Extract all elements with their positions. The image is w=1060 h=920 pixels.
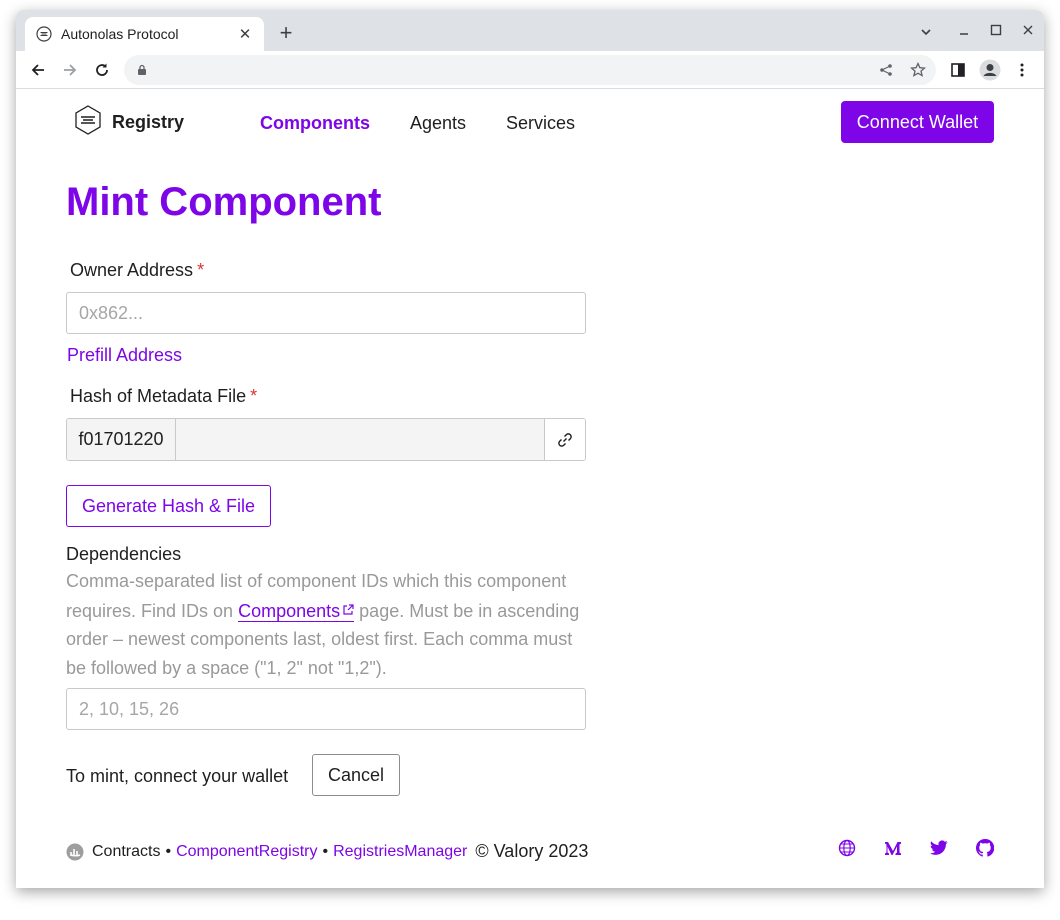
contracts-label: Contracts	[92, 842, 161, 860]
profile-icon[interactable]	[976, 56, 1004, 84]
tab-title: Autonolas Protocol	[61, 26, 179, 42]
medium-icon[interactable]	[883, 838, 903, 858]
cancel-button[interactable]: Cancel	[312, 754, 400, 796]
registries-manager-link[interactable]: RegistriesManager	[333, 843, 467, 861]
dependencies-label: Dependencies	[66, 544, 182, 564]
nav-link-services[interactable]: Services	[506, 113, 575, 134]
footer-contracts: Contracts • ComponentRegistry • Registri…	[66, 841, 588, 862]
owner-address-label-text: Owner Address	[70, 260, 194, 280]
components-link[interactable]: Components	[238, 600, 355, 622]
tab-close-icon[interactable]: ✕	[236, 25, 254, 43]
owner-address-input[interactable]: 0x862...	[66, 292, 586, 334]
address-bar[interactable]	[124, 55, 936, 85]
required-mark: *	[197, 260, 205, 280]
browser-tab[interactable]: Autonolas Protocol ✕	[25, 17, 264, 51]
bullet: •	[322, 842, 329, 860]
owner-address-placeholder: 0x862...	[79, 302, 144, 323]
lock-icon[interactable]	[134, 62, 150, 78]
hash-label: Hash of Metadata File *	[70, 386, 257, 407]
dependencies-placeholder: 2, 10, 15, 26	[79, 698, 180, 719]
generate-hash-button[interactable]: Generate Hash & File	[66, 485, 271, 527]
required-mark: *	[250, 386, 258, 406]
nav-link-agents[interactable]: Agents	[410, 113, 466, 134]
share-icon[interactable]	[878, 62, 894, 78]
reload-icon[interactable]	[88, 56, 116, 84]
mint-message: To mint, connect your wallet	[66, 766, 289, 786]
star-icon[interactable]	[910, 62, 926, 78]
connect-wallet-button[interactable]: Connect Wallet	[841, 101, 994, 143]
tab-strip: Autonolas Protocol ✕ +	[16, 10, 1044, 51]
back-icon[interactable]	[24, 56, 52, 84]
brand-name[interactable]: Registry	[112, 112, 184, 133]
page-content: Registry Components Agents Services Conn…	[16, 90, 1044, 888]
component-registry-link[interactable]: ComponentRegistry	[176, 843, 317, 861]
globe-icon[interactable]	[837, 838, 857, 858]
registry-logo-icon[interactable]	[72, 104, 104, 136]
page-title: Mint Component	[66, 180, 382, 224]
hash-label-text: Hash of Metadata File	[70, 386, 247, 406]
github-icon[interactable]	[975, 838, 995, 858]
new-tab-button[interactable]: +	[275, 20, 297, 46]
close-icon[interactable]	[1016, 18, 1040, 42]
prefill-address-link[interactable]: Prefill Address	[67, 345, 182, 366]
minimize-icon[interactable]	[952, 20, 976, 44]
hash-input[interactable]	[176, 419, 544, 460]
nav-link-components[interactable]: Components	[260, 113, 370, 134]
hash-input-group: f01701220	[66, 418, 586, 461]
copyright: © Valory 2023	[475, 841, 589, 861]
bullet: •	[165, 842, 172, 860]
side-panel-icon[interactable]	[944, 56, 972, 84]
chevron-down-icon[interactable]	[914, 20, 938, 44]
menu-icon[interactable]	[1008, 56, 1036, 84]
favicon-icon	[36, 26, 52, 42]
etherscan-icon	[66, 843, 84, 861]
external-link-icon	[342, 596, 354, 615]
owner-address-label: Owner Address *	[70, 260, 204, 281]
components-link-text: Components	[238, 600, 341, 621]
hash-prefix: f01701220	[67, 419, 176, 460]
link-icon[interactable]	[544, 419, 585, 460]
browser-window: Autonolas Protocol ✕ + Registry Componen…	[16, 10, 1044, 888]
dependencies-input[interactable]: 2, 10, 15, 26	[66, 688, 586, 730]
browser-toolbar	[16, 51, 1044, 89]
maximize-icon[interactable]	[984, 18, 1008, 42]
twitter-icon[interactable]	[929, 838, 949, 858]
dependencies-help: Comma-separated list of component IDs wh…	[66, 567, 596, 682]
forward-icon[interactable]	[56, 56, 84, 84]
